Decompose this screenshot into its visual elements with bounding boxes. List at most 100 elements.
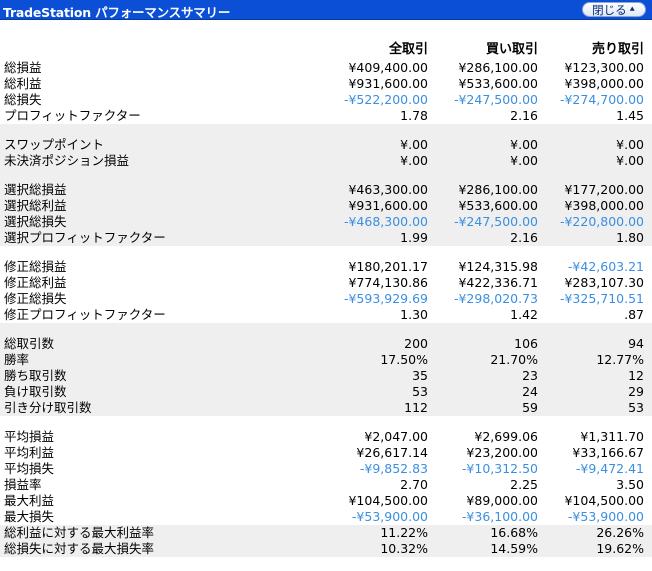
cell-value: ¥463,300.00: [348, 182, 428, 197]
row-label: 総損益: [4, 60, 42, 75]
table-row: 総損失 -¥522,200.00 -¥247,500.00 -¥274,700.00: [0, 92, 652, 108]
cell-value: ¥533,600.00: [458, 198, 538, 213]
stat-group: 修正総損益 ¥180,201.17 ¥124,315.98 -¥42,603.21 修正…: [0, 259, 652, 323]
row-label: 最大損失: [4, 509, 55, 524]
cell-value: -¥274,700.00: [559, 92, 644, 107]
cell-value: .87: [624, 307, 644, 322]
cell-value: 35: [412, 368, 428, 383]
column-header-buy: 買い取引: [485, 42, 538, 57]
cell-value: 12: [628, 368, 644, 383]
cell-value: ¥2,047.00: [364, 429, 428, 444]
stat-group: 総損益 ¥409,400.00 ¥286,100.00 ¥123,300.00 総利益 ¥…: [0, 60, 652, 124]
cell-value: 94: [628, 336, 644, 351]
column-header-all: 全取引: [388, 42, 428, 57]
cell-value: 2.16: [510, 108, 538, 123]
close-button[interactable]: 閉じる ⯅: [582, 2, 646, 17]
table-row: 損益率 2.70 2.25 3.50: [0, 477, 652, 493]
cell-value: 53: [628, 400, 644, 415]
cell-value: 1.42: [510, 307, 538, 322]
cell-value: 1.30: [400, 307, 428, 322]
row-label: 勝率: [4, 352, 30, 367]
row-label: 平均損失: [4, 461, 55, 476]
cell-value: 2.25: [510, 477, 538, 492]
table-row: 修正総利益 ¥774,130.86 ¥422,336.71 ¥283,107.30: [0, 275, 652, 291]
group-spacer: [0, 124, 652, 137]
cell-value: 3.50: [616, 477, 644, 492]
cell-value: -¥220,800.00: [559, 214, 644, 229]
cell-value: 17.50%: [380, 352, 428, 367]
cell-value: 200: [404, 336, 428, 351]
row-label: 修正総損益: [4, 259, 67, 274]
cell-value: 23: [522, 368, 538, 383]
cell-value: ¥931,600.00: [348, 198, 428, 213]
column-header: 全取引 買い取引 売り取引: [0, 38, 652, 60]
cell-value: ¥23,200.00: [466, 445, 538, 460]
table-row: 勝率 17.50% 21.70% 12.77%: [0, 352, 652, 368]
table-row: スワップポイント ¥.00 ¥.00 ¥.00: [0, 137, 652, 153]
row-label: 選択総損失: [4, 214, 67, 229]
table-row: 引き分け取引数 112 59 53: [0, 400, 652, 416]
row-label: 総利益に対する最大利益率: [4, 525, 155, 540]
close-button-label: 閉じる: [592, 2, 627, 17]
table-row: 総損益 ¥409,400.00 ¥286,100.00 ¥123,300.00: [0, 60, 652, 76]
cell-value: 106: [514, 336, 538, 351]
cell-value: ¥180,201.17: [348, 259, 428, 274]
row-label: 総利益: [4, 76, 42, 91]
row-label: 選択プロフィットファクター: [4, 230, 166, 245]
cell-value: ¥.00: [616, 137, 644, 152]
cell-value: -¥9,852.83: [359, 461, 428, 476]
row-label: 平均利益: [4, 445, 55, 460]
stat-group: 選択総損益 ¥463,300.00 ¥286,100.00 ¥177,200.00 選択…: [0, 182, 652, 246]
cell-value: 2.16: [510, 230, 538, 245]
cell-value: 2.70: [400, 477, 428, 492]
cell-value: ¥2,699.06: [474, 429, 538, 444]
cell-value: 1.78: [400, 108, 428, 123]
cell-value: -¥36,100.00: [461, 509, 538, 524]
cell-value: -¥247,500.00: [453, 92, 538, 107]
cell-value: ¥.00: [616, 153, 644, 168]
cell-value: ¥422,336.71: [458, 275, 538, 290]
table-row: 総利益に対する最大利益率 11.22% 16.68% 26.26%: [0, 525, 652, 541]
group-spacer: [0, 323, 652, 336]
cell-value: ¥123,300.00: [564, 60, 644, 75]
table-row: 修正プロフィットファクター 1.30 1.42 .87: [0, 307, 652, 323]
cell-value: -¥9,472.41: [575, 461, 644, 476]
row-label: 損益率: [4, 477, 42, 492]
cell-value: 29: [628, 384, 644, 399]
cell-value: ¥533,600.00: [458, 76, 538, 91]
row-label: 負け取引数: [4, 384, 67, 399]
cell-value: 16.68%: [490, 525, 538, 540]
stat-group: 総取引数 200 106 94 勝率 17.50% 21.70% 12.77% 勝ち取引数 35 2…: [0, 336, 652, 416]
cell-value: ¥931,600.00: [348, 76, 428, 91]
window-title: TradeStation パフォーマンスサマリー: [3, 5, 231, 20]
group-spacer: [0, 169, 652, 182]
table-row: 平均損失 -¥9,852.83 -¥10,312.50 -¥9,472.41: [0, 461, 652, 477]
cell-value: ¥398,000.00: [564, 76, 644, 91]
title-bar: TradeStation パフォーマンスサマリー 閉じる ⯅: [0, 0, 652, 20]
table-row: 選択総損益 ¥463,300.00 ¥286,100.00 ¥177,200.00: [0, 182, 652, 198]
cell-value: -¥522,200.00: [343, 92, 428, 107]
row-label: 引き分け取引数: [4, 400, 92, 415]
stat-group: スワップポイント ¥.00 ¥.00 ¥.00 未決済ポジション損益 ¥.00 ¥.00 ¥.…: [0, 137, 652, 169]
cell-value: -¥298,020.73: [453, 291, 538, 306]
cell-value: 14.59%: [490, 541, 538, 556]
table-row: 総取引数 200 106 94: [0, 336, 652, 352]
table-row: プロフィットファクター 1.78 2.16 1.45: [0, 108, 652, 124]
summary-table: 総損益 ¥409,400.00 ¥286,100.00 ¥123,300.00 総利益 ¥…: [0, 60, 652, 557]
table-row: 平均利益 ¥26,617.14 ¥23,200.00 ¥33,166.67: [0, 445, 652, 461]
cell-value: -¥468,300.00: [343, 214, 428, 229]
cell-value: ¥.00: [510, 137, 538, 152]
cell-value: ¥26,617.14: [356, 445, 428, 460]
stat-group: 平均損益 ¥2,047.00 ¥2,699.06 ¥1,311.70 平均利益 ¥26,6…: [0, 429, 652, 557]
table-row: 最大損失 -¥53,900.00 -¥36,100.00 -¥53,900.00: [0, 509, 652, 525]
table-row: 選択総損失 -¥468,300.00 -¥247,500.00 -¥220,800.0…: [0, 214, 652, 230]
cell-value: 1.45: [616, 108, 644, 123]
row-label: プロフィットファクター: [4, 108, 141, 123]
cell-value: 19.62%: [596, 541, 644, 556]
table-row: 修正総損益 ¥180,201.17 ¥124,315.98 -¥42,603.21: [0, 259, 652, 275]
row-label: 総損失に対する最大損失率: [4, 541, 155, 556]
cell-value: ¥398,000.00: [564, 198, 644, 213]
row-label: スワップポイント: [4, 137, 105, 152]
